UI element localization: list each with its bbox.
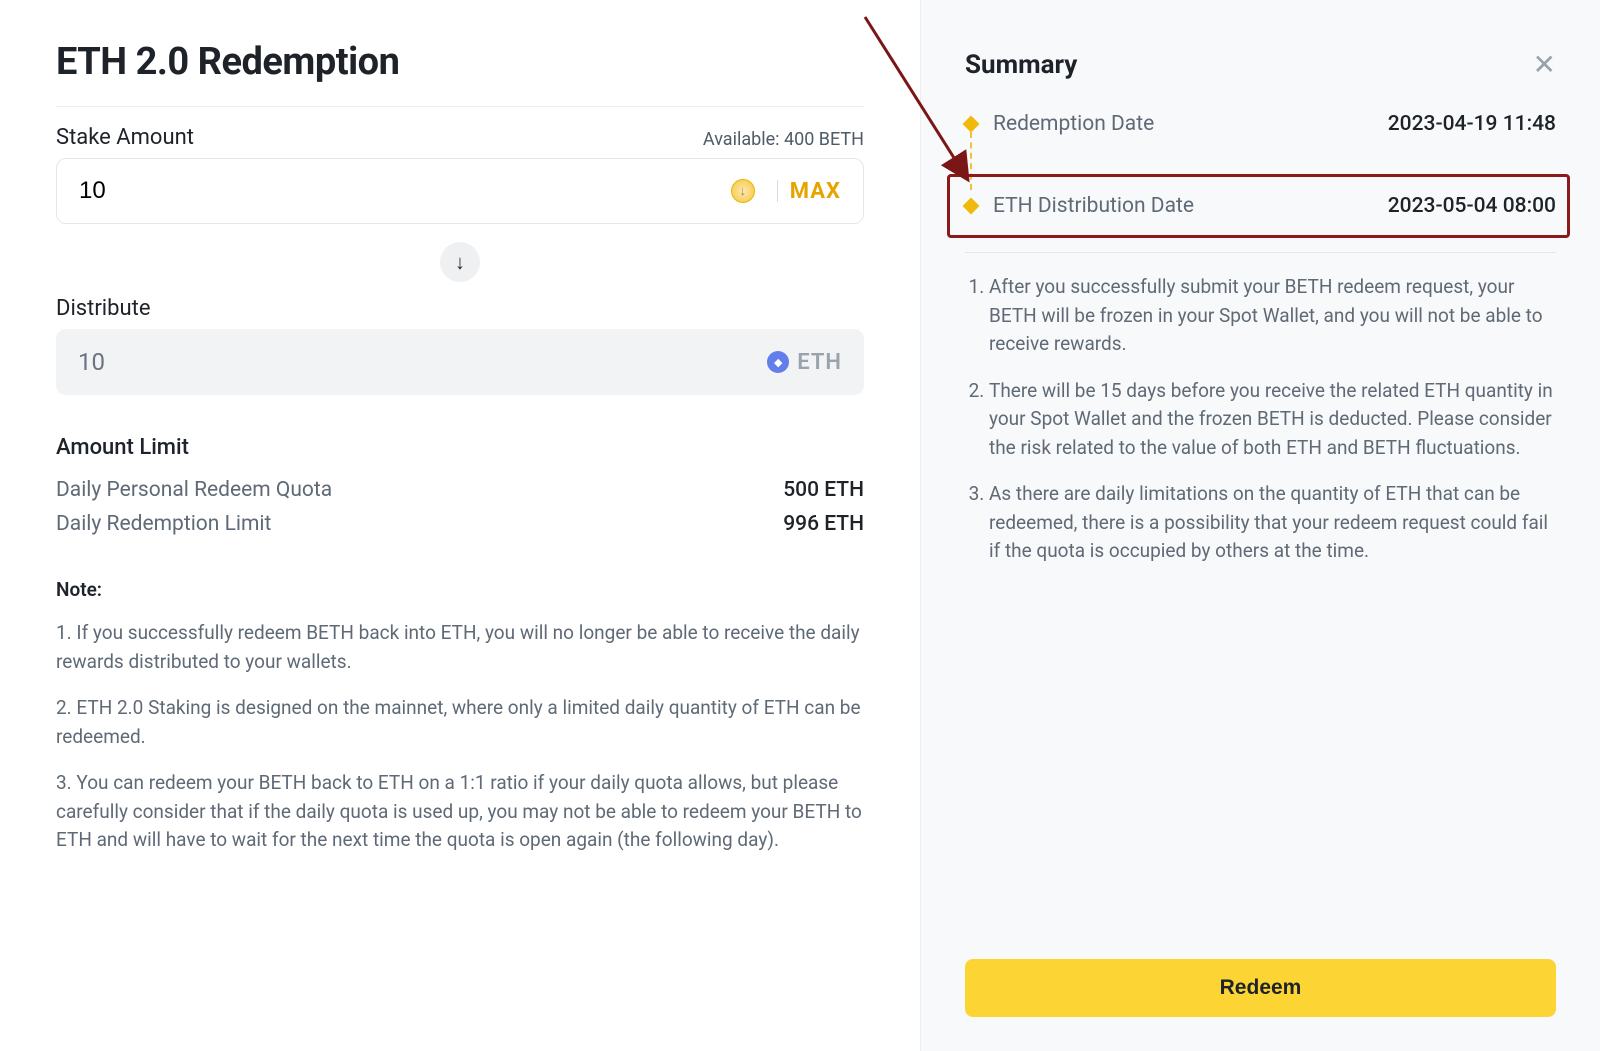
page-title: ETH 2.0 Redemption [56,40,864,107]
diamond-icon [963,116,980,133]
redemption-date-label: Redemption Date [993,112,1154,136]
max-button[interactable]: MAX [790,179,841,204]
redeem-button[interactable]: Redeem [965,959,1556,1017]
arrow-down-icon: ↓ [440,242,480,282]
distribution-date-label: ETH Distribution Date [993,194,1194,218]
distribute-value: 10 [78,348,767,376]
note-item: 2. ETH 2.0 Staking is designed on the ma… [56,694,864,751]
summary-title: Summary [965,50,1077,80]
limit-row: Daily Redemption Limit 996 ETH [56,512,864,536]
eth-coin-icon [767,351,789,373]
stake-amount-input-box[interactable]: MAX [56,158,864,224]
stake-amount-label: Stake Amount [56,125,194,150]
redemption-date-row: Redemption Date 2023-04-19 11:48 [965,106,1556,142]
limit-value: 996 ETH [783,512,864,536]
distribution-date-value: 2023-05-04 08:00 [1388,194,1556,218]
limit-row: Daily Personal Redeem Quota 500 ETH [56,478,864,502]
note-title: Note: [56,578,864,601]
summary-header: Summary ✕ [965,50,1556,80]
summary-note-item: There will be 15 days before you receive… [989,377,1556,463]
distribute-unit: ETH [797,350,842,375]
stake-header: Stake Amount Available: 400 BETH [56,125,864,150]
distribution-date-wrapper: ETH Distribution Date 2023-05-04 08:00 [965,188,1556,224]
app-container: ETH 2.0 Redemption Stake Amount Availabl… [0,0,1600,1051]
limit-value: 500 ETH [783,478,864,502]
redemption-date-value: 2023-04-19 11:48 [1388,112,1556,136]
summary-notes-list: After you successfully submit your BETH … [965,273,1556,584]
summary-note-item: As there are daily limitations on the qu… [989,480,1556,566]
note-item: 1. If you successfully redeem BETH back … [56,619,864,676]
summary-panel: Summary ✕ Redemption Date 2023-04-19 11:… [920,0,1600,1051]
distribute-output-box: 10 ETH [56,329,864,395]
close-icon[interactable]: ✕ [1533,51,1556,79]
distribute-label: Distribute [56,296,864,321]
diamond-icon [963,198,980,215]
beth-coin-icon [731,179,755,203]
input-divider [777,180,778,202]
amount-limit-title: Amount Limit [56,435,864,460]
summary-note-item: After you successfully submit your BETH … [989,273,1556,359]
note-item: 3. You can redeem your BETH back to ETH … [56,769,864,855]
limit-label: Daily Personal Redeem Quota [56,478,332,502]
summary-timeline: Redemption Date 2023-04-19 11:48 ETH Dis… [965,106,1556,224]
stake-amount-input[interactable] [79,177,731,205]
distribution-date-row: ETH Distribution Date 2023-05-04 08:00 [965,188,1556,224]
limit-label: Daily Redemption Limit [56,512,271,536]
summary-divider [965,252,1556,253]
redemption-panel: ETH 2.0 Redemption Stake Amount Availabl… [0,0,920,1051]
available-balance: Available: 400 BETH [703,129,864,150]
